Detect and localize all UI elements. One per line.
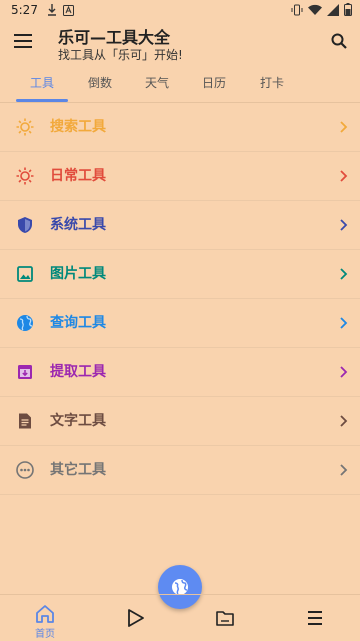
chevron-right-icon: [340, 464, 348, 476]
category-row-extract[interactable]: 提取工具: [0, 348, 360, 397]
hamburger-icon: [14, 34, 32, 48]
globe-icon: [17, 315, 33, 331]
download-icon: [47, 4, 56, 16]
chevron-right-icon: [340, 415, 348, 427]
category-label: 其它工具: [50, 462, 106, 478]
category-label: 查询工具: [50, 315, 106, 331]
tab-checkin[interactable]: 打卡: [246, 66, 298, 100]
bottom-nav: 首页: [0, 594, 360, 641]
nav-home-label: 首页: [35, 629, 55, 640]
category-row-image[interactable]: 图片工具: [0, 250, 360, 299]
category-row-query[interactable]: 查询工具: [0, 299, 360, 348]
drawer-menu-button[interactable]: [12, 30, 34, 52]
nav-home[interactable]: 首页: [0, 595, 90, 641]
sun-icon: [16, 118, 34, 136]
tool-category-list: 搜索工具 日常工具 系统工具 图片工具 查询工具 提取工具 文字工具 其它工具: [0, 103, 360, 495]
play-icon: [128, 609, 144, 627]
nav-play[interactable]: [90, 595, 180, 641]
category-row-other[interactable]: 其它工具: [0, 446, 360, 495]
chevron-right-icon: [340, 268, 348, 280]
home-icon: [36, 605, 54, 623]
vibrate-icon: [291, 4, 303, 15]
tab-calendar[interactable]: 日历: [188, 66, 240, 100]
category-label: 提取工具: [50, 364, 106, 380]
category-label: 图片工具: [50, 266, 106, 282]
document-icon: [19, 413, 31, 429]
category-row-text[interactable]: 文字工具: [0, 397, 360, 446]
sun-icon: [16, 167, 34, 185]
nav-files[interactable]: [180, 595, 270, 641]
app-notification-icon: [62, 4, 74, 16]
category-label: 文字工具: [50, 413, 106, 429]
wifi-icon: [308, 4, 322, 15]
chevron-right-icon: [340, 121, 348, 133]
shield-icon: [18, 217, 32, 233]
status-bar: 5:27: [0, 0, 360, 20]
search-button[interactable]: [328, 30, 350, 52]
nav-menu[interactable]: [270, 595, 360, 641]
image-icon: [17, 266, 33, 282]
folder-icon: [216, 611, 234, 626]
archive-icon: [18, 365, 32, 379]
category-row-search[interactable]: 搜索工具: [0, 103, 360, 152]
menu-icon: [308, 611, 322, 625]
category-label: 系统工具: [50, 217, 106, 233]
tab-countdown[interactable]: 倒数: [74, 66, 126, 100]
app-bar: 乐可—工具大全 找工具从「乐可」开始!: [0, 20, 360, 66]
chevron-right-icon: [340, 366, 348, 378]
chevron-right-icon: [340, 219, 348, 231]
tab-weather[interactable]: 天气: [131, 66, 183, 100]
app-subtitle: 找工具从「乐可」开始!: [58, 48, 183, 62]
tab-tools[interactable]: 工具: [16, 66, 68, 100]
category-row-daily[interactable]: 日常工具: [0, 152, 360, 201]
app-title: 乐可—工具大全: [58, 28, 171, 47]
category-label: 日常工具: [50, 168, 106, 184]
chevron-right-icon: [340, 317, 348, 329]
more-icon: [16, 461, 34, 479]
chevron-right-icon: [340, 170, 348, 182]
status-time: 5:27: [11, 3, 38, 17]
tab-bar: 工具 倒数 天气 日历 打卡: [0, 66, 360, 102]
signal-icon: [327, 3, 339, 16]
category-label: 搜索工具: [50, 119, 106, 135]
battery-icon: [344, 3, 352, 16]
search-icon: [331, 33, 347, 49]
category-row-system[interactable]: 系统工具: [0, 201, 360, 250]
